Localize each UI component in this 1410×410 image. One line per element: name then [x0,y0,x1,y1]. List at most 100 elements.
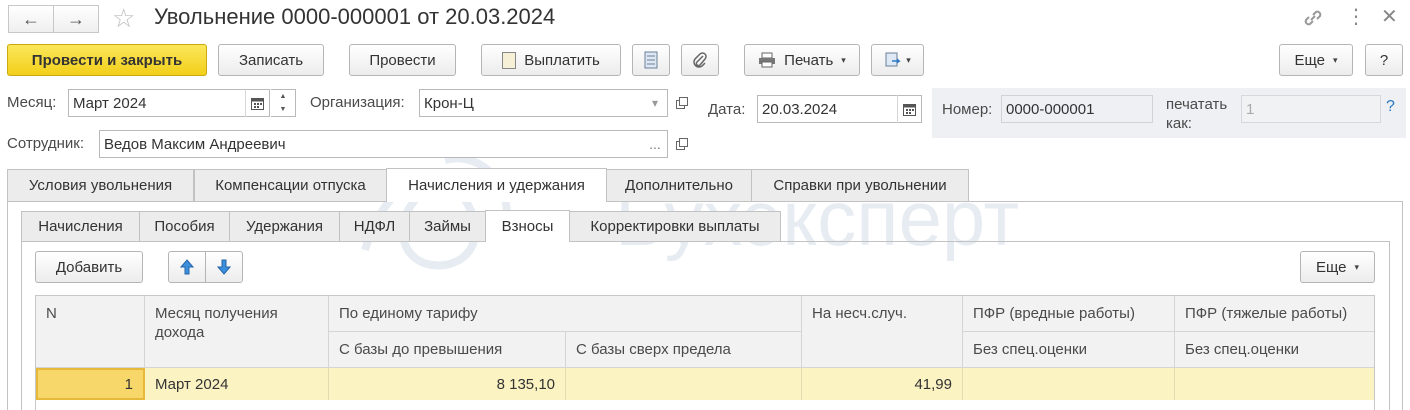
calendar-icon [251,97,264,110]
subtab-contributions[interactable]: Взносы [485,210,570,242]
tab-label: Компенсации отпуска [215,177,366,194]
subtab-label: Начисления [38,218,123,235]
cell-base-below[interactable]: 8 135,10 [329,368,566,400]
subtab-label: Взносы [501,218,554,235]
col-header-single-tariff[interactable]: По единому тарифу [329,296,802,332]
spinner-up-icon[interactable]: ▲ [271,90,295,103]
print-as-value: 1 [1246,100,1255,118]
post-and-close-button[interactable]: Провести и закрыть [7,44,207,76]
chevron-down-icon: ▾ [906,54,911,65]
cell-pfr-hard[interactable] [1175,368,1374,400]
chevron-down-icon: ▾ [651,96,659,110]
save-label: Записать [238,51,304,69]
employee-select-button[interactable]: ... [643,130,667,158]
tab-dismissal-conditions[interactable]: Условия увольнения [7,169,194,201]
create-based-icon [885,52,902,67]
window-title: Увольнение 0000-000001 от 20.03.2024 [154,4,556,29]
date-calendar-button[interactable] [897,95,921,123]
more-button[interactable]: Еще ▾ [1279,44,1353,76]
add-label: Добавить [55,258,123,276]
employee-field[interactable]: Ведов Максим Андреевич [99,130,668,158]
register-button[interactable] [632,44,670,76]
subtab-ndfl[interactable]: НДФЛ [339,211,410,241]
print-button[interactable]: Печать ▾ [744,44,860,76]
table-more-button[interactable]: Еще ▾ [1300,251,1375,283]
close-icon[interactable]: ✕ [1381,4,1398,29]
cell-base-above[interactable] [566,368,802,400]
subtab-deductions[interactable]: Удержания [229,211,340,241]
subtab-benefits[interactable]: Пособия [139,211,230,241]
subtab-payment-corrections[interactable]: Корректировки выплаты [569,211,781,241]
save-button[interactable]: Записать [218,44,324,76]
number-value: 0000-000001 [1006,100,1095,118]
chevron-down-icon: ▾ [841,54,846,65]
arrow-down-icon [217,259,231,275]
add-button[interactable]: Добавить [35,251,143,283]
chevron-down-icon: ▾ [1354,261,1360,272]
attachment-button[interactable] [681,44,719,76]
col-header-pfr-hard-sub[interactable]: Без спец.оценки [1175,332,1374,368]
spinner-down-icon[interactable]: ▼ [271,103,295,116]
open-organization-button[interactable] [671,92,693,114]
number-field[interactable]: 0000-000001 [1001,95,1153,123]
date-label: Дата: [708,101,746,118]
subtab-label: НДФЛ [353,218,396,235]
help-question-icon[interactable]: ? [1386,98,1395,116]
organization-value: Крон-Ц [424,94,474,112]
col-header-pfr-harmful-sub[interactable]: Без спец.оценки [963,332,1175,368]
col-header-accident[interactable]: На несч.случ. [802,296,963,368]
month-label: Месяц: [7,94,57,111]
register-icon [644,51,658,69]
organization-field[interactable]: Крон-Ц [419,89,668,117]
link-icon[interactable] [1302,8,1324,28]
pay-label: Выплатить [524,51,600,69]
more-vertical-icon[interactable]: ⋮ [1346,4,1366,29]
more-label: Еще [1294,51,1325,69]
number-label: Номер: [942,101,993,118]
subtab-label: Займы [424,218,471,235]
month-field[interactable]: Март 2024 [68,89,270,117]
cell-n[interactable]: 1 [36,368,145,400]
help-button[interactable]: ? [1365,44,1403,76]
calendar-button[interactable] [245,89,269,117]
tab-vacation-compensation[interactable]: Компенсации отпуска [194,169,387,201]
printer-icon [759,52,776,68]
col-header-pfr-hard[interactable]: ПФР (тяжелые работы) [1175,296,1374,332]
cell-month[interactable]: Март 2024 [145,368,329,400]
col-header-pfr-harmful[interactable]: ПФР (вредные работы) [963,296,1175,332]
cell-pfr-harmful[interactable] [963,368,1175,400]
print-as-field[interactable]: 1 [1241,95,1381,123]
move-up-button[interactable] [168,251,206,283]
print-as-label-line1: печатать [1166,96,1228,113]
back-arrow-icon: ← [22,8,40,29]
paperclip-icon [693,52,707,68]
subtab-loans[interactable]: Займы [409,211,486,241]
open-window-icon [676,138,688,150]
organization-label: Организация: [310,94,405,111]
month-spinner[interactable]: ▲ ▼ [271,89,296,117]
col-header-base-below[interactable]: С базы до превышения [329,332,566,368]
col-header-base-above[interactable]: С базы сверх предела [566,332,802,368]
open-employee-button[interactable] [671,133,693,155]
back-button[interactable]: ← [8,5,54,33]
print-as-label: печатать как: [1166,95,1227,133]
print-label: Печать [784,51,834,69]
organization-dropdown[interactable]: ▾ [643,89,667,117]
col-header-month[interactable]: Месяц получения дохода [145,296,329,368]
forward-button[interactable]: → [53,5,99,33]
move-down-button[interactable] [205,251,243,283]
col-header-n[interactable]: N [36,296,145,368]
tab-certificates[interactable]: Справки при увольнении [751,169,969,201]
create-based-on-button[interactable]: ▾ [871,44,924,76]
tab-accruals-deductions[interactable]: Начисления и удержания [386,168,607,202]
subtab-accruals[interactable]: Начисления [21,211,140,241]
table-more-label: Еще [1315,258,1347,276]
pay-button[interactable]: Выплатить [481,44,621,76]
tab-additional[interactable]: Дополнительно [606,169,752,201]
forward-arrow-icon: → [67,8,85,29]
month-value: Март 2024 [73,94,147,112]
post-button[interactable]: Провести [349,44,456,76]
star-icon[interactable]: ☆ [112,3,135,34]
cell-accident[interactable]: 41,99 [802,368,963,400]
tab-label: Справки при увольнении [773,177,947,194]
